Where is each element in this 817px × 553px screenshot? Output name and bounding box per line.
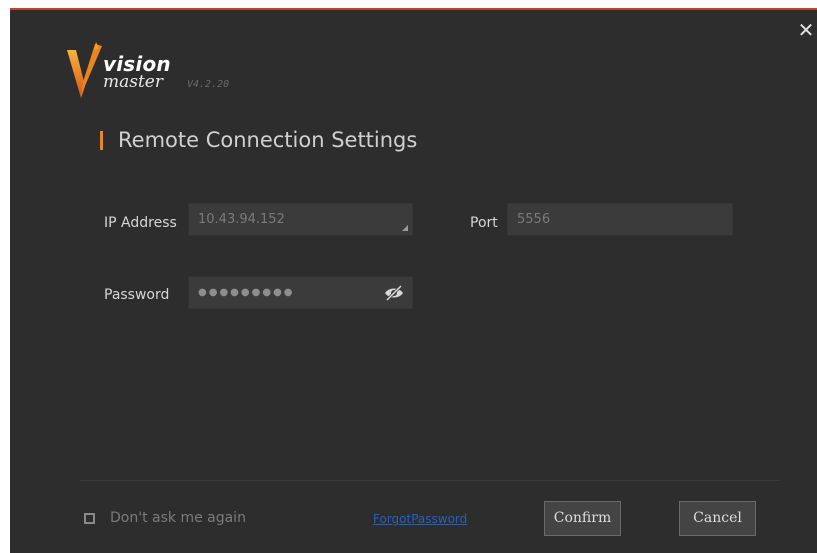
ip-address-field[interactable] bbox=[188, 203, 413, 236]
close-icon[interactable]: ✕ bbox=[797, 21, 815, 41]
vision-master-logo: vision master V4.2.20 bbox=[65, 42, 285, 106]
password-masked-value: ●●●●●●●●● bbox=[198, 287, 295, 298]
port-label: Port bbox=[470, 215, 498, 231]
password-label: Password bbox=[104, 287, 170, 303]
cancel-button[interactable]: Cancel bbox=[679, 501, 756, 536]
title-accent-bar bbox=[100, 131, 103, 150]
remote-connection-dialog: vision master V4.2.20 ✕ Remote Connectio… bbox=[10, 8, 817, 553]
dont-ask-checkbox[interactable] bbox=[84, 513, 95, 524]
version-label: V4.2.20 bbox=[187, 79, 230, 90]
port-input[interactable] bbox=[517, 212, 687, 227]
dont-ask-label: Don't ask me again bbox=[110, 510, 246, 526]
ip-address-label: IP Address bbox=[104, 215, 177, 231]
password-field[interactable]: ●●●●●●●●● bbox=[188, 276, 413, 309]
dialog-title: Remote Connection Settings bbox=[118, 128, 418, 152]
confirm-button[interactable]: Confirm bbox=[544, 501, 621, 536]
logo-text-master: master bbox=[103, 72, 163, 92]
forgot-password-link[interactable]: ForgotPassword bbox=[373, 512, 467, 526]
footer-divider bbox=[80, 480, 780, 481]
eye-slash-icon[interactable] bbox=[383, 283, 405, 303]
ip-address-input[interactable] bbox=[198, 212, 368, 227]
v-logo-icon bbox=[67, 42, 102, 98]
port-field[interactable] bbox=[507, 203, 733, 236]
resize-grip-icon bbox=[402, 225, 408, 231]
